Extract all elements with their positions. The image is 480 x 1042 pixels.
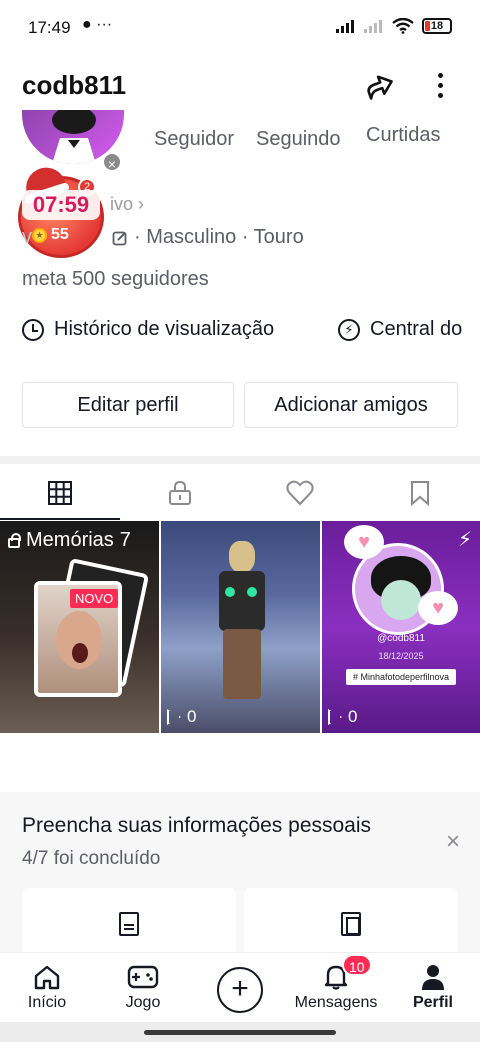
profile-actions: Editar perfil Adicionar amigos xyxy=(22,382,458,428)
frame-icon xyxy=(341,912,361,936)
more-options-button[interactable] xyxy=(426,66,454,104)
center-label: Central do xyxy=(370,318,463,340)
grid-icon xyxy=(48,481,72,505)
thumbnail-date: 18/12/2025 xyxy=(378,651,424,661)
notification-icons: ● ··· xyxy=(82,16,113,33)
edit-profile-button[interactable]: Editar perfil xyxy=(22,382,234,428)
profile-header: codb811 xyxy=(0,60,480,110)
memories-count: 7 xyxy=(119,529,131,551)
heart-bubble-icon: ♥ xyxy=(344,525,384,559)
following-stat[interactable]: Seguindo xyxy=(256,128,341,151)
messages-badge: 10 xyxy=(342,954,372,976)
novo-badge: NOVO xyxy=(70,589,119,608)
memories-label: Memórias 7 xyxy=(8,529,131,552)
tab-videos[interactable] xyxy=(0,466,120,520)
edit-icon[interactable] xyxy=(112,230,128,246)
tab-saved[interactable] xyxy=(360,466,480,520)
info-card-photo[interactable] xyxy=(244,888,458,958)
battery-icon: 18 xyxy=(422,18,452,34)
clock-icon xyxy=(22,318,44,341)
play-icon xyxy=(167,709,181,725)
home-icon xyxy=(34,965,60,990)
nav-game[interactable]: Jogo xyxy=(112,953,174,1023)
view-count: 0 xyxy=(167,707,196,727)
play-icon xyxy=(328,709,342,725)
share-icon xyxy=(367,75,393,100)
lock-icon xyxy=(169,480,191,505)
meta-prefix: v xyxy=(22,226,32,248)
more-icon xyxy=(437,72,443,78)
followers-stat[interactable]: Seguidor xyxy=(154,128,234,151)
video-tile[interactable]: 0 xyxy=(161,521,320,733)
profile-bio: meta 500 seguidores xyxy=(22,268,209,290)
gamepad-icon xyxy=(127,965,159,989)
thumbnail-hashtag: # Minhafotodeperfilnova xyxy=(346,669,456,685)
divider xyxy=(0,456,480,464)
bolt-icon: ⚡ xyxy=(457,529,472,551)
history-shortcut[interactable]: Histórico de visualização xyxy=(22,318,274,341)
likes-stat[interactable]: Curtidas xyxy=(366,124,440,147)
tab-liked[interactable] xyxy=(240,466,360,520)
wifi-icon xyxy=(392,18,414,34)
center-shortcut[interactable]: ⚡ Central do xyxy=(338,318,462,341)
memories-tile[interactable]: NOVO Memórias 7 xyxy=(0,521,159,733)
nav-profile-label: Perfil xyxy=(412,994,453,1011)
battery-level: 18 xyxy=(430,20,444,32)
view-count-value: 0 xyxy=(187,707,197,726)
video-tile[interactable]: ⚡ ♥ ♥ @codb811 18/12/2025 # Minhafotodep… xyxy=(322,521,480,733)
bookmark-icon xyxy=(411,481,429,506)
nav-messages-label: Mensagens xyxy=(294,994,378,1011)
video-grid: NOVO Memórias 7 0 ⚡ ♥ ♥ @codb811 18/12/2… xyxy=(0,521,480,733)
heart-icon xyxy=(286,480,314,506)
share-button[interactable] xyxy=(362,68,396,102)
profile-meta: v · Masculino · Touro xyxy=(22,226,304,249)
bio-hint[interactable]: ivo › xyxy=(110,194,144,215)
info-prompt-title: Preencha suas informações pessoais xyxy=(22,814,372,837)
bottom-nav: Início Jogo + Mensagens Perfil xyxy=(0,952,480,1022)
info-prompt-progress: 4/7 foi concluído xyxy=(22,848,161,869)
nav-home[interactable]: Início xyxy=(18,953,76,1023)
content-tabs xyxy=(0,466,480,520)
heart-bubble-icon: ♥ xyxy=(418,591,458,625)
signal-2-icon xyxy=(364,20,382,33)
system-nav-bar xyxy=(0,1022,480,1042)
create-button[interactable]: + xyxy=(217,967,263,1013)
profile-icon xyxy=(422,965,444,990)
signal-icon xyxy=(336,20,354,33)
close-icon[interactable]: × xyxy=(442,830,464,854)
status-bar: 17:49 ● ··· 18 xyxy=(0,0,480,58)
tab-private[interactable] xyxy=(120,466,240,520)
nav-profile[interactable]: Perfil xyxy=(406,953,460,1023)
status-right-icons: 18 xyxy=(336,18,452,34)
view-count-value: 0 xyxy=(348,707,358,726)
document-icon xyxy=(119,912,139,936)
meta-gender-sign: · Masculino · Touro xyxy=(134,226,304,248)
info-card-bio[interactable] xyxy=(22,888,236,958)
add-friends-button[interactable]: Adicionar amigos xyxy=(244,382,458,428)
profile-stats: Seguidor Seguindo Curtidas xyxy=(154,124,474,160)
memory-photo-front: NOVO xyxy=(34,581,122,697)
memories-text: Memórias xyxy=(26,529,114,551)
thumbnail-username: @codb811 xyxy=(377,633,425,644)
nav-game-label: Jogo xyxy=(125,994,161,1011)
history-label: Histórico de visualização xyxy=(54,318,275,340)
home-indicator[interactable] xyxy=(144,1030,336,1035)
lock-icon xyxy=(8,532,21,548)
video-thumbnail-character xyxy=(213,541,269,701)
nav-home-label: Início xyxy=(27,994,67,1011)
status-time: 17:49 xyxy=(28,18,71,37)
view-count: 0 xyxy=(328,707,357,727)
username[interactable]: codb811 xyxy=(22,70,126,101)
shortcuts-row: Histórico de visualização ⚡ Central do xyxy=(22,318,480,346)
timer-countdown: 07:59 xyxy=(22,190,100,220)
bolt-icon: ⚡ xyxy=(338,318,360,341)
